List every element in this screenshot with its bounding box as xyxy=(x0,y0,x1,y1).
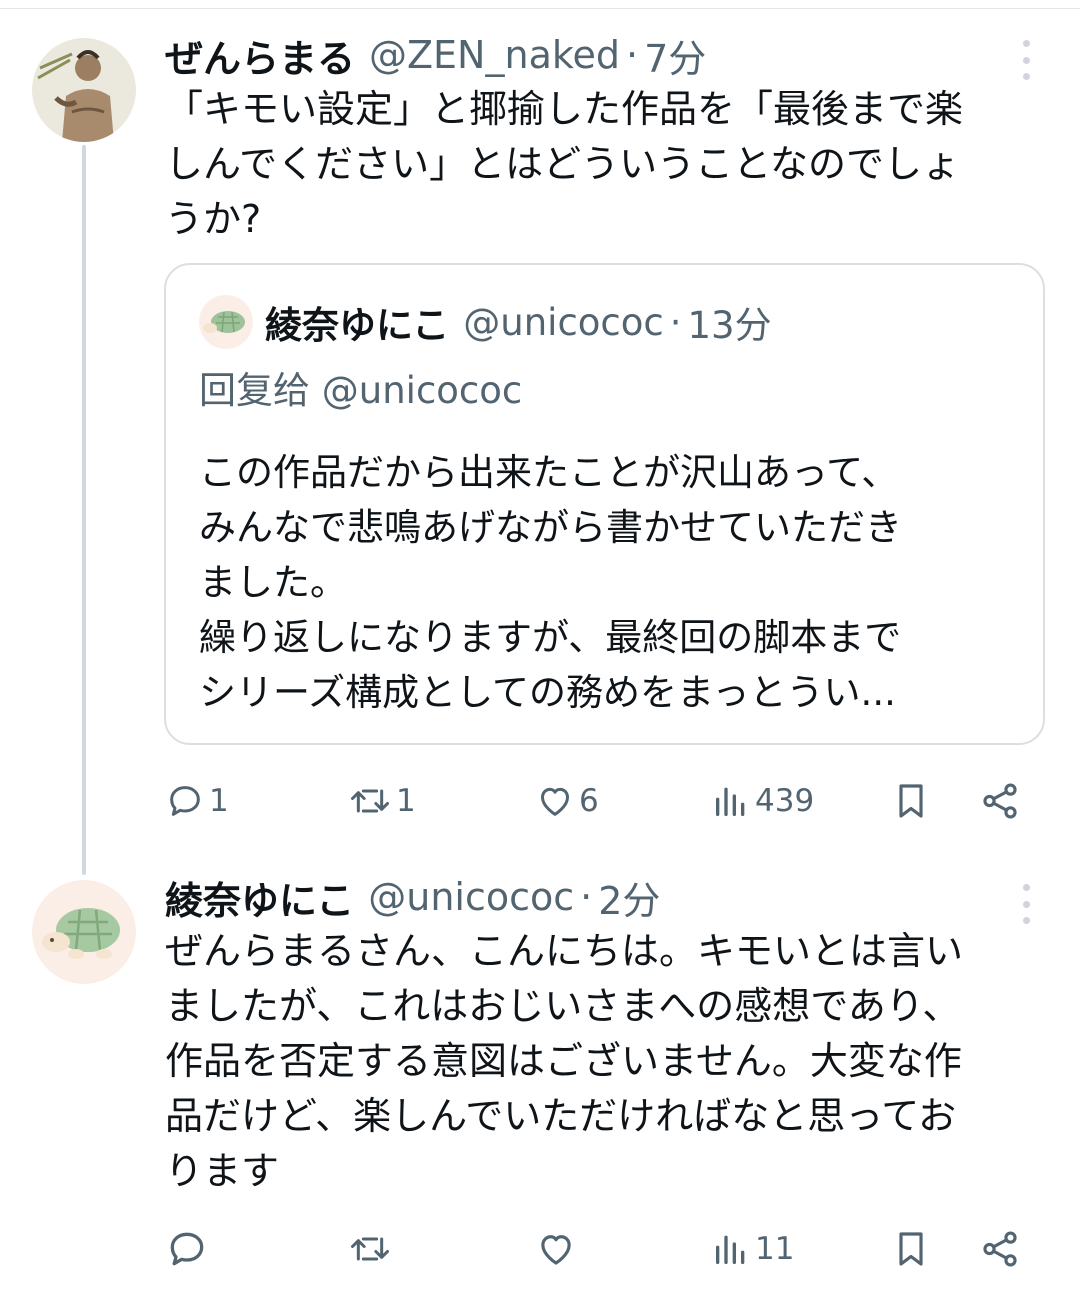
tweet2-action-bar: 11 xyxy=(165,1219,1045,1279)
tweet1-more-vertical-icon[interactable] xyxy=(1016,40,1036,80)
tweet1-view-count: 439 xyxy=(755,783,815,819)
tweet1-timestamp[interactable]: 7分 xyxy=(644,28,706,83)
like-icon xyxy=(541,1235,571,1265)
bookmark-icon xyxy=(899,784,923,818)
tweet1-action-bar: 1 1 6 439 xyxy=(165,771,1045,831)
tweet2-reply-button[interactable] xyxy=(165,1219,213,1279)
tweet2-author-handle[interactable]: @unicococ xyxy=(368,875,574,919)
top-divider xyxy=(0,8,1080,9)
tweet2-view-count: 11 xyxy=(755,1231,795,1267)
tweet1-separator: · xyxy=(626,33,639,77)
avatar-zen-naked[interactable] xyxy=(32,38,136,142)
quote-timestamp: 13分 xyxy=(687,304,772,347)
tweet2-author-name[interactable]: 綾奈ゆにこ xyxy=(165,870,354,925)
tweet2-timestamp[interactable]: 2分 xyxy=(598,870,660,925)
tweet1-header: ぜんらまる @ZEN_naked · 7分 xyxy=(165,28,706,83)
quote-author-handle: @unicococ xyxy=(463,300,664,344)
tweet1-retweet-count: 1 xyxy=(396,783,416,819)
tweet1-retweet-button[interactable]: 1 xyxy=(348,771,416,831)
tweet1-text: 「キモい設定」と揶揄した作品を「最後まで楽 しんでください」とはどういうことなの… xyxy=(165,87,964,241)
quoted-tweet-card[interactable]: 綾奈ゆにこ @unicococ · 13分 回复给 @unicococ この作品… xyxy=(164,263,1045,745)
quote-reply-to: 回复给 @unicococ xyxy=(199,369,523,412)
retweet-icon xyxy=(351,1237,389,1261)
bookmark-icon xyxy=(899,1232,923,1266)
reply-icon xyxy=(170,786,200,816)
tweet2-more-vertical-icon[interactable] xyxy=(1016,884,1036,924)
views-icon xyxy=(716,1235,745,1264)
retweet-icon xyxy=(351,789,389,813)
tweet2-retweet-button[interactable] xyxy=(348,1219,396,1279)
tweet2-share-button[interactable] xyxy=(979,1219,1021,1279)
tweet2-header: 綾奈ゆにこ @unicococ · 2分 xyxy=(165,870,660,925)
tweet2-text: ぜんらまるさん、こんにちは。キモいとは言い ましたが、これはおじいさまへの感想で… xyxy=(165,929,964,1193)
tweet2-bookmark-button[interactable] xyxy=(891,1219,931,1279)
thread-connector-line xyxy=(82,145,86,875)
tweet2-like-button[interactable] xyxy=(535,1219,581,1279)
quote-separator: · xyxy=(669,300,682,344)
tweet1-like-count: 6 xyxy=(579,783,599,819)
tweet1-share-button[interactable] xyxy=(979,771,1021,831)
tweet1-like-button[interactable]: 6 xyxy=(535,771,599,831)
quote-author-name: 綾奈ゆにこ xyxy=(265,304,450,347)
avatar-unicococ[interactable] xyxy=(32,880,136,984)
share-icon xyxy=(983,1231,1017,1267)
like-icon xyxy=(541,787,569,816)
quote-header: 綾奈ゆにこ @unicococ · 13分 xyxy=(265,297,772,348)
views-icon xyxy=(716,787,745,816)
tweet1-reply-button[interactable]: 1 xyxy=(165,771,229,831)
tweet1-author-name[interactable]: ぜんらまる xyxy=(165,28,355,83)
quote-text: この作品だから出来たことが沢山あって、 みんなで悲鳴あげながら書かせていただき … xyxy=(199,451,902,714)
share-icon xyxy=(983,783,1017,819)
reply-icon xyxy=(170,1232,204,1266)
tweet2-separator: · xyxy=(580,875,593,919)
tweet1-reply-count: 1 xyxy=(209,783,229,819)
tweet1-bookmark-button[interactable] xyxy=(891,771,931,831)
quote-avatar-unicococ xyxy=(199,295,253,349)
tweet1-author-handle[interactable]: @ZEN_naked xyxy=(369,33,620,77)
tweet2-views-button[interactable]: 11 xyxy=(711,1219,794,1279)
tweet1-views-button[interactable]: 439 xyxy=(711,771,814,831)
